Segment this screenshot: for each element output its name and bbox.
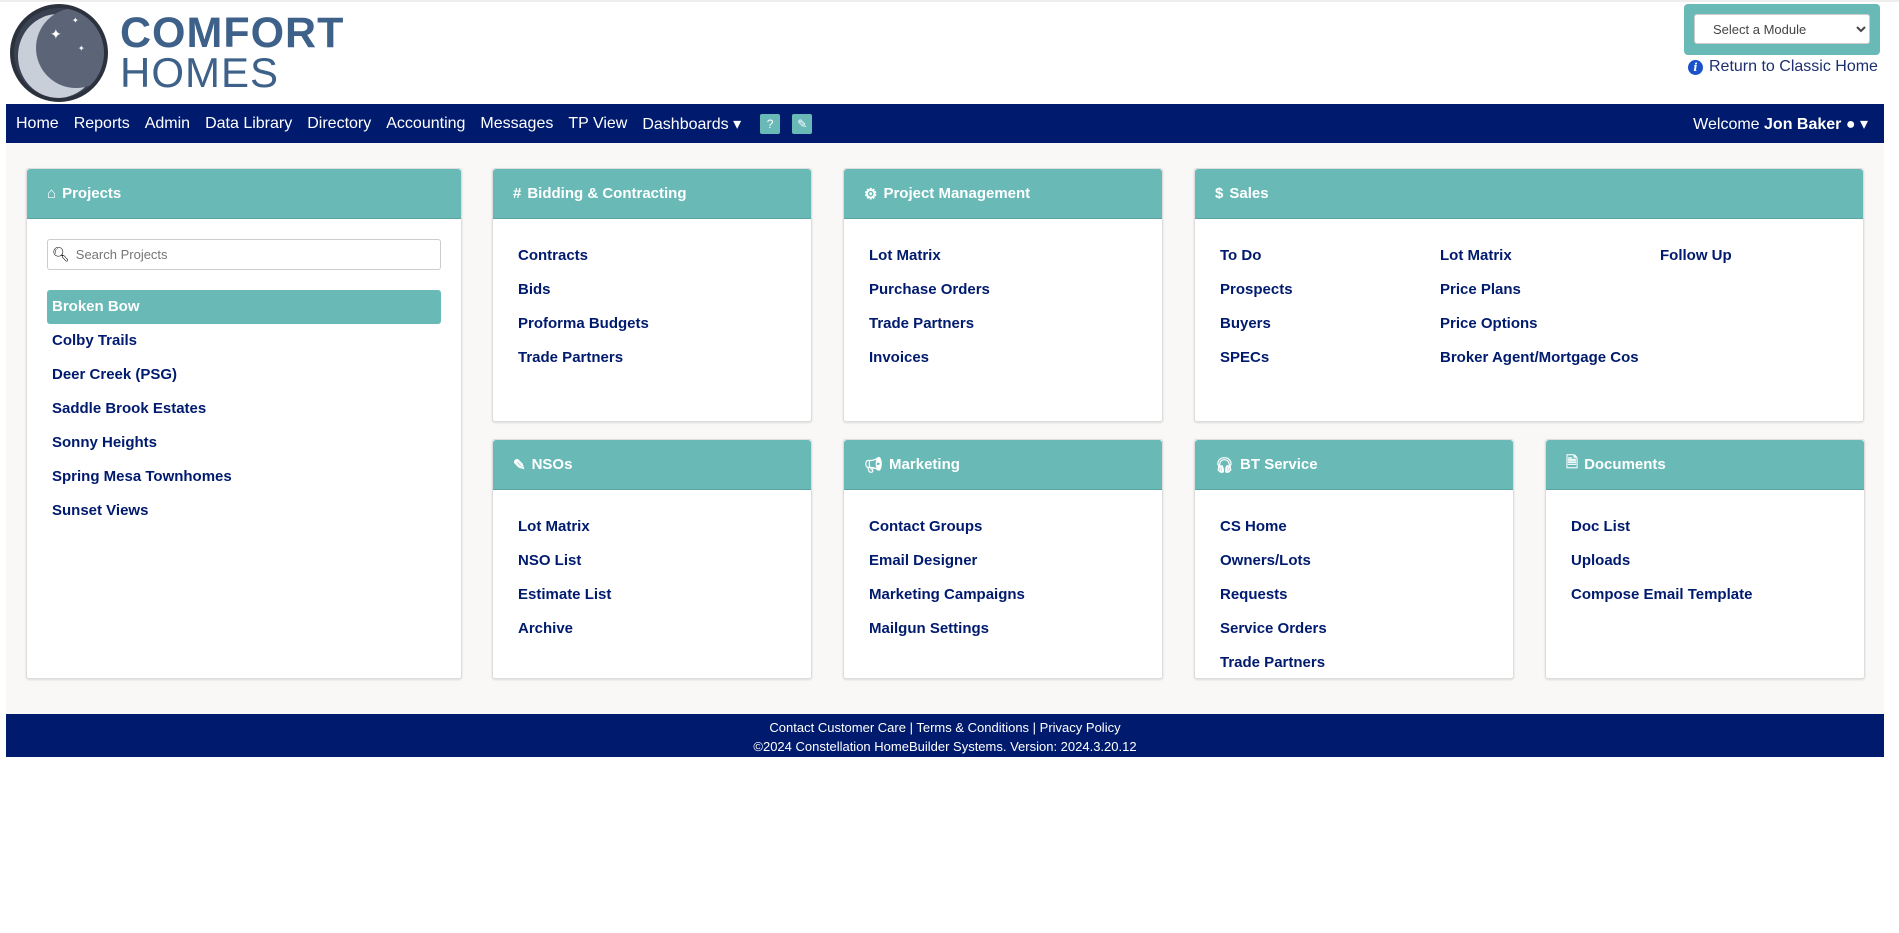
- panel-title: Projects: [62, 185, 122, 202]
- search-projects[interactable]: 🔍︎: [47, 239, 441, 270]
- link-proforma-budgets[interactable]: Proforma Budgets: [518, 315, 811, 349]
- link-archive[interactable]: Archive: [518, 620, 811, 654]
- link-price-plans[interactable]: Price Plans: [1440, 281, 1635, 315]
- link-invoices[interactable]: Invoices: [869, 349, 1162, 383]
- link-service-orders[interactable]: Service Orders: [1220, 620, 1513, 654]
- contact-customer-care-link[interactable]: Contact Customer Care: [769, 720, 906, 735]
- link-mailgun-settings[interactable]: Mailgun Settings: [869, 620, 1162, 654]
- link-prospects[interactable]: Prospects: [1220, 281, 1415, 315]
- home-icon: ⌂: [47, 185, 57, 202]
- bidding-panel: # Bidding & Contracting Contracts Bids Pr…: [492, 168, 812, 422]
- link-purchase-orders[interactable]: Purchase Orders: [869, 281, 1162, 315]
- link-contracts[interactable]: Contracts: [518, 247, 811, 281]
- brand-line1: COMFORT: [120, 8, 345, 57]
- nav-admin[interactable]: Admin: [145, 115, 190, 133]
- hash-icon: #: [513, 185, 522, 202]
- marketing-panel: 📢︎ Marketing Contact Groups Email Designe…: [843, 439, 1163, 679]
- nav-messages[interactable]: Messages: [480, 115, 553, 133]
- project-item[interactable]: Broken Bow: [47, 290, 441, 324]
- link-follow-up[interactable]: Follow Up: [1660, 247, 1855, 281]
- footer: Contact Customer Care | Terms & Conditio…: [6, 714, 1884, 757]
- user-name: Jon Baker: [1764, 116, 1842, 133]
- link-cs-home[interactable]: CS Home: [1220, 518, 1513, 552]
- module-select[interactable]: Select a Module: [1694, 14, 1870, 44]
- link-nso-list[interactable]: NSO List: [518, 552, 811, 586]
- panel-title: Documents: [1584, 456, 1666, 473]
- logo[interactable]: ✦ ✦ ✦ COMFORT HOMES: [10, 4, 344, 102]
- documents-panel: 🗎 Documents Doc List Uploads Compose Emai…: [1545, 439, 1865, 679]
- return-classic-label: Return to Classic Home: [1709, 58, 1878, 75]
- gear-icon: ⚙: [864, 185, 878, 203]
- sales-panel: $ Sales To Do Prospects Buyers SPECs Lot …: [1194, 168, 1864, 422]
- link-doc-list[interactable]: Doc List: [1571, 518, 1864, 552]
- link-lot-matrix[interactable]: Lot Matrix: [869, 247, 1162, 281]
- privacy-link[interactable]: Privacy Policy: [1040, 720, 1121, 735]
- user-circle-icon: ●: [1845, 116, 1856, 133]
- copyright: ©2024 Constellation HomeBuilder Systems.…: [753, 739, 1137, 754]
- edit-note-icon[interactable]: ✎: [792, 113, 813, 134]
- user-menu[interactable]: Welcome Jon Baker ● ▾: [1693, 114, 1868, 134]
- help-icon[interactable]: ?: [760, 113, 781, 134]
- bt-service-panel: 🎧︎ BT Service CS Home Owners/Lots Request…: [1194, 439, 1514, 679]
- project-item[interactable]: Sunset Views: [47, 494, 441, 528]
- welcome-label: Welcome: [1693, 116, 1760, 133]
- project-management-panel: ⚙ Project Management Lot Matrix Purchase …: [843, 168, 1163, 422]
- panel-title: Bidding & Contracting: [527, 185, 687, 202]
- info-icon: i: [1688, 59, 1703, 75]
- nav-home[interactable]: Home: [16, 115, 59, 133]
- nsos-panel: ✎ NSOs Lot Matrix NSO List Estimate List …: [492, 439, 812, 679]
- dashboard-content: ⌂ Projects 🔍︎ Broken Bow Colby Trails Dee…: [6, 143, 1884, 714]
- panel-title: NSOs: [531, 456, 573, 473]
- search-projects-input[interactable]: [75, 247, 425, 262]
- link-estimate-list[interactable]: Estimate List: [518, 586, 811, 620]
- project-item[interactable]: Saddle Brook Estates: [47, 392, 441, 426]
- link-trade-partners[interactable]: Trade Partners: [1220, 654, 1513, 688]
- dollar-icon: $: [1215, 185, 1224, 202]
- brand-line2: HOMES: [120, 49, 280, 97]
- terms-link[interactable]: Terms & Conditions: [916, 720, 1029, 735]
- link-compose-email-template[interactable]: Compose Email Template: [1571, 586, 1864, 620]
- link-to-do[interactable]: To Do: [1220, 247, 1415, 281]
- link-specs[interactable]: SPECs: [1220, 349, 1415, 383]
- link-bids[interactable]: Bids: [518, 281, 811, 315]
- link-requests[interactable]: Requests: [1220, 586, 1513, 620]
- edit-icon: ✎: [513, 456, 526, 474]
- project-item[interactable]: Sonny Heights: [47, 426, 441, 460]
- project-item[interactable]: Spring Mesa Townhomes: [47, 460, 441, 494]
- link-trade-partners[interactable]: Trade Partners: [518, 349, 811, 383]
- project-item[interactable]: Deer Creek (PSG): [47, 358, 441, 392]
- nav-dashboards[interactable]: Dashboards ▾: [642, 114, 741, 134]
- return-classic-link[interactable]: i Return to Classic Home: [1688, 58, 1878, 76]
- link-price-options[interactable]: Price Options: [1440, 315, 1635, 349]
- link-buyers[interactable]: Buyers: [1220, 315, 1415, 349]
- link-owners-lots[interactable]: Owners/Lots: [1220, 552, 1513, 586]
- project-item[interactable]: Colby Trails: [47, 324, 441, 358]
- caret-down-icon: ▾: [1859, 116, 1868, 133]
- panel-title: Project Management: [883, 185, 1031, 202]
- panel-title: BT Service: [1240, 456, 1318, 473]
- nav-reports[interactable]: Reports: [74, 115, 130, 133]
- moon-logo-icon: ✦ ✦ ✦: [10, 4, 108, 102]
- projects-panel: ⌂ Projects 🔍︎ Broken Bow Colby Trails Dee…: [26, 168, 462, 679]
- link-contact-groups[interactable]: Contact Groups: [869, 518, 1162, 552]
- document-icon: 🗎: [1566, 454, 1579, 471]
- link-email-designer[interactable]: Email Designer: [869, 552, 1162, 586]
- search-icon: 🔍︎: [52, 246, 70, 262]
- module-select-box: Select a Module: [1684, 4, 1880, 55]
- link-lot-matrix[interactable]: Lot Matrix: [518, 518, 811, 552]
- bullhorn-icon: 📢︎: [864, 456, 884, 474]
- main-nav: Home Reports Admin Data Library Director…: [6, 104, 1884, 143]
- nav-data-library[interactable]: Data Library: [205, 115, 292, 133]
- link-trade-partners[interactable]: Trade Partners: [869, 315, 1162, 349]
- nav-directory[interactable]: Directory: [307, 115, 371, 133]
- panel-title: Sales: [1229, 185, 1269, 202]
- link-lot-matrix[interactable]: Lot Matrix: [1440, 247, 1635, 281]
- link-uploads[interactable]: Uploads: [1571, 552, 1864, 586]
- nav-accounting[interactable]: Accounting: [386, 115, 465, 133]
- panel-title: Marketing: [889, 456, 960, 473]
- headset-icon: 🎧︎: [1215, 456, 1235, 474]
- nav-tp-view[interactable]: TP View: [568, 115, 627, 133]
- link-broker-agent[interactable]: Broker Agent/Mortgage Cos: [1440, 346, 1640, 370]
- link-marketing-campaigns[interactable]: Marketing Campaigns: [869, 586, 1162, 620]
